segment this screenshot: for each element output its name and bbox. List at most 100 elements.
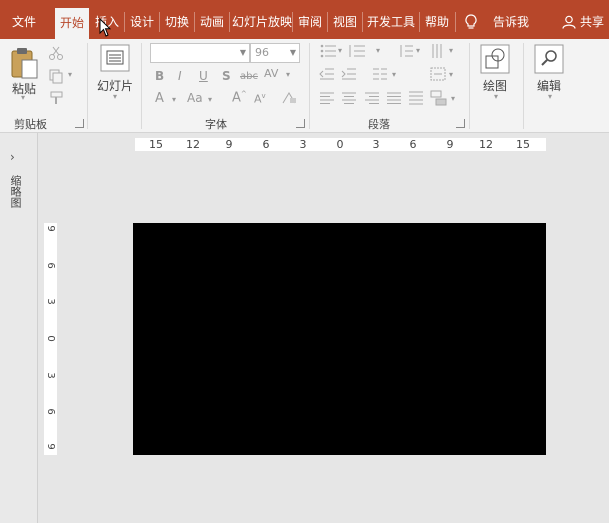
ruler-tick-label: 9 [45,443,56,450]
ruler-tick-label: 6 [409,138,417,151]
tab-file[interactable]: 文件 [4,0,44,39]
align-center-icon[interactable] [341,92,357,104]
numbering-icon[interactable] [349,44,367,58]
font-dialog-launcher-icon[interactable] [296,119,305,128]
chevron-down-icon[interactable]: ▾ [449,70,453,79]
tab-separator [159,12,160,32]
font-color-icon[interactable]: A [155,91,164,106]
ruler-tick-label: 3 [372,138,380,151]
clipboard-group-label: 剪贴板 [14,118,47,131]
chevron-down-icon[interactable]: ▾ [286,70,290,79]
chevron-down-icon[interactable]: ▾ [451,94,455,103]
chevron-down-icon[interactable]: ▾ [392,70,396,79]
person-icon[interactable] [562,15,576,29]
tab-view[interactable]: 视图 [330,0,360,39]
group-separator [523,43,524,129]
italic-icon[interactable]: I [178,69,182,83]
ruler-tick-label: 12 [479,138,493,151]
convert-smartart-icon[interactable] [430,90,448,106]
ruler-tick-label: 15 [516,138,530,151]
chevron-down-icon[interactable]: ▾ [548,92,552,101]
paste-icon[interactable] [10,46,40,80]
cut-icon[interactable] [48,45,64,61]
tab-separator [455,12,456,32]
tab-separator [229,12,230,32]
chevron-down-icon[interactable]: ▾ [68,70,72,79]
tab-separator [327,12,328,32]
align-text-icon[interactable] [430,67,446,81]
tab-help[interactable]: 帮助 [422,0,452,39]
character-spacing-icon[interactable]: AV [264,67,278,80]
clipboard-dialog-launcher-icon[interactable] [75,119,84,128]
tab-transitions[interactable]: 切换 [162,0,192,39]
new-slide-icon[interactable] [100,44,130,72]
slide-canvas[interactable] [133,223,546,455]
chevron-down-icon[interactable]: ▾ [113,92,117,101]
chevron-down-icon[interactable]: ▾ [21,93,25,102]
tab-separator [362,12,363,32]
thumbnail-pane: › 缩略图 [0,133,38,523]
clear-formatting-icon[interactable] [281,91,297,105]
chevron-down-icon[interactable]: ▾ [494,92,498,101]
align-right-icon[interactable] [364,92,380,104]
shapes-icon[interactable] [480,44,510,74]
tab-design[interactable]: 设计 [127,0,157,39]
ruler-tick-label: 9 [446,138,454,151]
underline-icon[interactable]: U [199,69,208,83]
ruler-tick-label: 3 [45,298,56,305]
group-separator [309,43,310,129]
vertical-ruler: 9 6 3 0 3 6 9 [44,223,57,455]
group-separator [141,43,142,129]
ruler-tick-label: 6 [45,408,56,415]
text-shadow-icon[interactable]: S [222,69,231,83]
justify-icon[interactable] [386,92,402,104]
format-painter-icon[interactable] [48,90,64,106]
tab-animations[interactable]: 动画 [197,0,227,39]
chevron-down-icon[interactable]: ▾ [376,46,380,55]
increase-font-size-icon[interactable]: A^ [232,90,247,105]
tab-separator [194,12,195,32]
tab-separator [419,12,420,32]
lightbulb-icon[interactable] [465,14,477,31]
font-name-dropdown[interactable]: ▼ [150,43,250,63]
tab-home[interactable]: 开始 [55,8,89,39]
ribbon-tab-bar: 文件 开始 插入 设计 切换 动画 幻灯片放映 审阅 视图 开发工具 帮助 告诉… [0,0,609,39]
decrease-font-size-icon[interactable]: Av [254,92,266,106]
ruler-tick-label: 6 [262,138,270,151]
bullets-icon[interactable] [320,44,338,58]
columns-icon[interactable] [372,68,388,80]
chevron-right-icon[interactable]: › [10,150,15,164]
chevron-down-icon[interactable]: ▾ [208,95,212,104]
chevron-down-icon: ▼ [239,48,246,57]
bold-icon[interactable]: B [155,69,164,83]
chevron-down-icon[interactable]: ▾ [416,46,420,55]
change-case-icon[interactable]: Aa [187,91,203,105]
font-size-dropdown[interactable]: 96 ▼ [250,43,300,63]
chevron-down-icon[interactable]: ▾ [338,46,342,55]
copy-icon[interactable] [48,68,64,84]
group-separator [87,43,88,129]
align-left-icon[interactable] [319,92,335,104]
tab-review[interactable]: 审阅 [295,0,325,39]
paragraph-dialog-launcher-icon[interactable] [456,119,465,128]
thumbnail-pane-label[interactable]: 缩略图 [9,175,23,208]
increase-indent-icon[interactable] [341,68,357,80]
chevron-down-icon: ▼ [289,48,296,57]
chevron-down-icon[interactable]: ▾ [449,46,453,55]
chevron-down-icon[interactable]: ▾ [172,95,176,104]
strikethrough-icon[interactable]: abc [240,71,258,82]
search-icon[interactable] [534,44,564,74]
distributed-icon[interactable] [408,91,424,105]
paragraph-group-label: 段落 [368,118,390,131]
line-spacing-icon[interactable] [398,43,414,59]
ruler-tick-label: 15 [149,138,163,151]
font-group-label: 字体 [205,118,227,131]
tab-slideshow[interactable]: 幻灯片放映 [232,0,292,39]
tab-developer[interactable]: 开发工具 [365,0,417,39]
text-direction-icon[interactable] [430,43,446,59]
decrease-indent-icon[interactable] [319,68,335,80]
tab-separator [124,12,125,32]
tell-me-search[interactable]: 告诉我 [486,0,536,39]
share-button[interactable]: 共享 [578,0,606,39]
ruler-tick-label: 3 [299,138,307,151]
